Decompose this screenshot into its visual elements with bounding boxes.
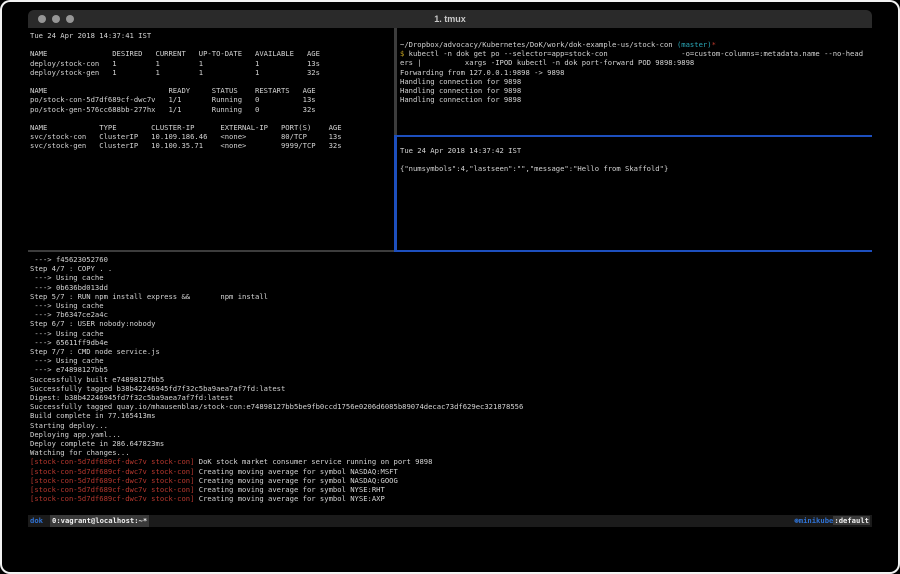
kube-context: minikube (799, 516, 834, 525)
pod-log-line: [stock-con-5d7df689cf-dwc7v stock-con] C… (30, 476, 874, 485)
pod-log-line: [stock-con-5d7df689cf-dwc7v stock-con] C… (30, 467, 874, 476)
cwd-path: ~/Dropbox/advocacy/Kubernetes/DoK/work/d… (400, 40, 677, 49)
window-title: 1. tmux (28, 10, 872, 28)
tmux-active-window[interactable]: 0:vagrant@localhost:~* (50, 515, 149, 527)
screen-background: 1. tmux Tue 24 Apr 2018 14:37:41 IST NAM… (0, 0, 900, 574)
pod-log-line: [stock-con-5d7df689cf-dwc7v stock-con] C… (30, 494, 874, 503)
pod-log-line: [stock-con-5d7df689cf-dwc7v stock-con] C… (30, 485, 874, 494)
shell-path-line: ~/Dropbox/advocacy/Kubernetes/DoK/work/d… (400, 40, 875, 49)
pane-curl-response[interactable]: Tue 24 Apr 2018 14:37:42 IST {"numsymbol… (397, 137, 875, 259)
pod-log-prefix: [stock-con-5d7df689cf-dwc7v stock-con] (30, 485, 194, 494)
curl-response-text: Tue 24 Apr 2018 14:37:42 IST {"numsymbol… (400, 146, 875, 174)
pod-log-message: Creating moving average for symbol NASDA… (194, 467, 397, 476)
pod-log-message: Creating moving average for symbol NYSE:… (194, 494, 384, 503)
kube-namespace: :default (833, 516, 870, 525)
pod-log-line: [stock-con-5d7df689cf-dwc7v stock-con] D… (30, 457, 874, 466)
pane-skaffold-log[interactable]: ---> f45623052760 Step 4/7 : COPY . . --… (28, 252, 874, 518)
git-branch: (master) (677, 40, 712, 49)
pod-log-prefix: [stock-con-5d7df689cf-dwc7v stock-con] (30, 476, 194, 485)
pod-log-prefix: [stock-con-5d7df689cf-dwc7v stock-con] (30, 467, 194, 476)
terminal-window: 1. tmux Tue 24 Apr 2018 14:37:41 IST NAM… (28, 10, 872, 545)
pane-kubectl-overview[interactable]: Tue 24 Apr 2018 14:37:41 IST NAME DESIRE… (28, 28, 396, 253)
pod-log-message: Creating moving average for symbol NYSE:… (194, 485, 384, 494)
pod-log-message: Creating moving average for symbol NASDA… (194, 476, 397, 485)
tmux-session-name: dok (30, 515, 43, 527)
pod-log-lines: [stock-con-5d7df689cf-dwc7v stock-con] D… (30, 457, 874, 503)
tmux-status-right: ⊛minikube:default (794, 515, 870, 527)
docker-build-log: ---> f45623052760 Step 4/7 : COPY . . --… (30, 255, 874, 457)
port-forward-output: ers | xargs -IPOD kubectl -n dok port-fo… (400, 58, 875, 104)
kubectl-overview-text: Tue 24 Apr 2018 14:37:41 IST NAME DESIRE… (30, 31, 396, 151)
git-dirty-marker: * (712, 40, 716, 49)
pane-port-forward[interactable]: ~/Dropbox/advocacy/Kubernetes/DoK/work/d… (397, 28, 875, 147)
pod-log-prefix: [stock-con-5d7df689cf-dwc7v stock-con] (30, 494, 194, 503)
pod-log-message: DoK stock market consumer service runnin… (194, 457, 432, 466)
tmux-status-bar: dok 0:vagrant@localhost:~* ⊛minikube:def… (28, 515, 872, 527)
titlebar[interactable]: 1. tmux (28, 10, 872, 28)
pod-log-prefix: [stock-con-5d7df689cf-dwc7v stock-con] (30, 457, 194, 466)
shell-command-line: $ kubectl -n dok get po --selector=app=s… (400, 49, 875, 58)
shell-command: kubectl -n dok get po --selector=app=sto… (404, 49, 863, 58)
